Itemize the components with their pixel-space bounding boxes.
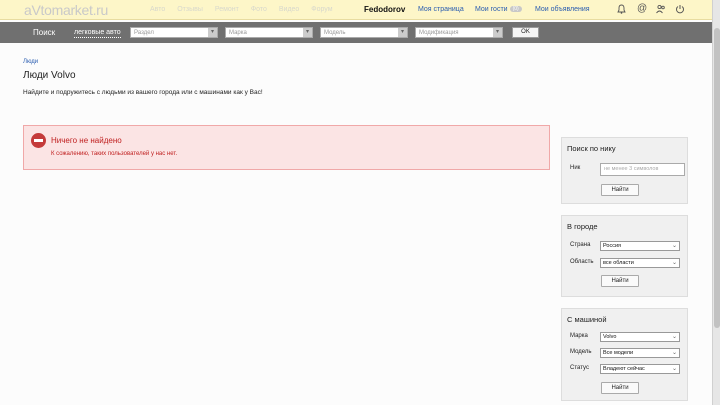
brand-placeholder: Марка: [229, 30, 247, 36]
panel-title: С машиной: [567, 315, 607, 324]
ghost-nav: Авто Отзывы Ремонт Фото Видео Форум: [150, 6, 343, 13]
ghost-nav-item[interactable]: Ремонт: [215, 6, 239, 13]
search-ok-button[interactable]: OK: [512, 27, 539, 38]
country-label: Страна: [570, 242, 591, 248]
my-guests-label: Мои гости: [475, 6, 508, 13]
nick-label: Ник: [570, 165, 581, 171]
nick-search-button[interactable]: Найти: [601, 184, 639, 196]
model-placeholder: Модель: [324, 30, 346, 36]
search-bar: Поиск легковые авто Раздел ▾ Марка ▾ Мод…: [0, 22, 712, 43]
guests-badge: (0): [509, 6, 522, 12]
modification-placeholder: Модификация: [419, 30, 459, 36]
city-panel: В городе Страна Россия ⌄ Область все обл…: [561, 215, 688, 297]
car-status-value: Владеют сейчас: [603, 366, 645, 372]
my-page-link[interactable]: Моя страница: [418, 6, 464, 13]
alert-title: Ничего не найдено: [51, 136, 122, 145]
brand-select[interactable]: Марка ▾: [225, 27, 313, 38]
username[interactable]: Fedodorov: [364, 5, 405, 14]
not-found-alert: Ничего не найдено К сожалению, таких пол…: [23, 125, 550, 170]
top-bar: aVtomarket.ru Авто Отзывы Ремонт Фото Ви…: [0, 0, 712, 20]
breadcrumb[interactable]: Люди: [23, 59, 38, 65]
ghost-nav-item[interactable]: Форум: [311, 6, 332, 13]
region-label: Область: [570, 259, 594, 265]
region-value: все области: [603, 260, 634, 266]
section-select[interactable]: Раздел ▾: [130, 27, 218, 38]
model-select[interactable]: Модель ▾: [320, 27, 408, 38]
nick-input[interactable]: не менее 3 символов: [600, 163, 685, 176]
modification-select[interactable]: Модификация ▾: [415, 27, 503, 38]
car-brand-select[interactable]: Volvo ⌄: [600, 332, 680, 342]
category-link[interactable]: легковые авто: [74, 28, 121, 38]
country-select[interactable]: Россия ⌄: [600, 241, 680, 251]
car-brand-value: Volvo: [603, 334, 617, 340]
notifications-icon[interactable]: [617, 4, 626, 17]
at-icon[interactable]: @: [637, 4, 647, 14]
city-search-button[interactable]: Найти: [601, 275, 639, 287]
section-placeholder: Раздел: [134, 30, 154, 36]
chevron-down-icon: ⌄: [671, 350, 677, 356]
my-guests-link[interactable]: Мои гости (0): [475, 6, 522, 13]
chevron-down-icon: ▾: [398, 28, 407, 37]
search-label: Поиск: [33, 28, 56, 37]
nick-search-panel: Поиск по нику Ник не менее 3 символов На…: [561, 137, 688, 204]
car-panel: С машиной Марка Volvo ⌄ Модель Все модел…: [561, 308, 688, 401]
scrollbar-thumb[interactable]: [714, 28, 720, 328]
car-model-value: Все модели: [603, 350, 634, 356]
page-scrollbar[interactable]: [712, 0, 720, 405]
chevron-down-icon: ⌄: [671, 243, 677, 249]
chevron-down-icon: ⌄: [671, 260, 677, 266]
chevron-down-icon: ▾: [493, 28, 502, 37]
ghost-nav-item[interactable]: Отзывы: [177, 6, 203, 13]
my-ads-link[interactable]: Мои объявления: [535, 6, 590, 13]
chevron-down-icon: ▾: [303, 28, 312, 37]
ghost-nav-item[interactable]: Видео: [279, 6, 299, 13]
car-model-label: Модель: [570, 349, 592, 355]
ghost-nav-item[interactable]: Авто: [150, 6, 165, 13]
no-entry-icon: [31, 133, 46, 148]
page-title: Люди Volvo: [23, 70, 76, 81]
panel-title: Поиск по нику: [567, 144, 616, 153]
chevron-down-icon: ⌄: [671, 334, 677, 340]
car-status-label: Статус: [570, 365, 589, 371]
car-model-select[interactable]: Все модели ⌄: [600, 348, 680, 358]
site-logo[interactable]: aVtomarket.ru: [24, 2, 108, 18]
country-value: Россия: [603, 243, 622, 249]
car-status-select[interactable]: Владеют сейчас ⌄: [600, 364, 680, 374]
car-brand-label: Марка: [570, 333, 588, 339]
chevron-down-icon: ▾: [208, 28, 217, 37]
ghost-nav-item[interactable]: Фото: [251, 6, 267, 13]
car-search-button[interactable]: Найти: [601, 382, 639, 394]
alert-text: К сожалению, таких пользователей у нас н…: [51, 151, 178, 157]
power-icon[interactable]: [675, 4, 685, 17]
region-select[interactable]: все области ⌄: [600, 258, 680, 268]
page-description: Найдите и подружитесь с людьми из вашего…: [23, 89, 263, 96]
friends-icon[interactable]: [656, 4, 666, 17]
panel-title: В городе: [567, 222, 598, 231]
chevron-down-icon: ⌄: [671, 366, 677, 372]
